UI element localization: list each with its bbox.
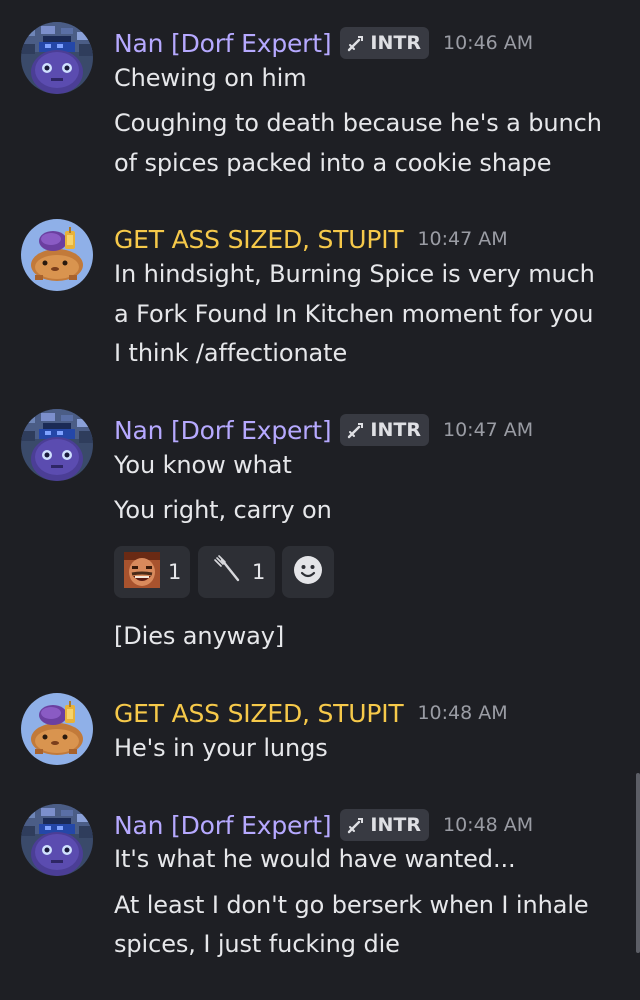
smiley-icon	[293, 555, 323, 589]
message-line: You know what	[114, 451, 292, 479]
timestamp: 10:46 AM	[442, 32, 534, 54]
username[interactable]: Nan [Dorf Expert]	[114, 416, 332, 445]
message-header: Nan [Dorf Expert] INTR 10:47 AM	[114, 412, 533, 448]
reaction-count: 1	[168, 560, 182, 584]
username[interactable]: Nan [Dorf Expert]	[114, 811, 332, 840]
message-line: It's what he would have wanted...	[114, 845, 516, 873]
add-reaction-button[interactable]	[282, 546, 334, 598]
avatar[interactable]	[21, 693, 93, 765]
timestamp: 10:48 AM	[442, 814, 534, 836]
message-line: You right, carry on	[114, 496, 332, 524]
message-line: At least I don't go berserk when I inhal…	[114, 891, 589, 919]
avatar[interactable]	[21, 22, 93, 94]
server-tag[interactable]: INTR	[340, 414, 429, 446]
server-tag-label: INTR	[370, 814, 421, 836]
message-line: Coughing to death because he's a bunch	[114, 109, 602, 137]
sword-icon	[346, 815, 366, 835]
avatar[interactable]	[21, 409, 93, 481]
username[interactable]: GET ASS SIZED, STUPIT	[114, 225, 404, 254]
message-header: GET ASS SIZED, STUPIT 10:47 AM	[114, 221, 508, 257]
message-header: Nan [Dorf Expert] INTR 10:46 AM	[114, 25, 533, 61]
server-tag-label: INTR	[370, 419, 421, 441]
sword-icon	[346, 420, 366, 440]
server-tag[interactable]: INTR	[340, 27, 429, 59]
avatar[interactable]	[21, 219, 93, 291]
username[interactable]: Nan [Dorf Expert]	[114, 29, 332, 58]
message-line: of spices packed into a cookie shape	[114, 149, 552, 177]
message-header: Nan [Dorf Expert] INTR 10:48 AM	[114, 807, 533, 843]
laughing-man-emoji-icon	[124, 552, 160, 592]
avatar[interactable]	[21, 804, 93, 876]
message-header: GET ASS SIZED, STUPIT 10:48 AM	[114, 695, 508, 731]
reaction-count: 1	[252, 560, 266, 584]
message-line: [Dies anyway]	[114, 622, 285, 650]
message-line: I think /affectionate	[114, 339, 348, 367]
message-line: He's in your lungs	[114, 734, 328, 762]
fork-emoji-icon	[212, 554, 244, 590]
message-line: spices, I just fucking die	[114, 930, 400, 958]
message-line: a Fork Found In Kitchen moment for you	[114, 300, 594, 328]
username[interactable]: GET ASS SIZED, STUPIT	[114, 699, 404, 728]
message-line: Chewing on him	[114, 64, 307, 92]
sword-icon	[346, 33, 366, 53]
timestamp: 10:47 AM	[442, 419, 534, 441]
server-tag[interactable]: INTR	[340, 809, 429, 841]
scrollbar[interactable]	[636, 773, 640, 953]
timestamp: 10:47 AM	[417, 228, 508, 250]
reaction-laughing-man[interactable]: 1	[114, 546, 190, 598]
message-line: In hindsight, Burning Spice is very much	[114, 260, 595, 288]
server-tag-label: INTR	[370, 32, 421, 54]
timestamp: 10:48 AM	[417, 702, 508, 724]
reaction-fork[interactable]: 1	[198, 546, 275, 598]
